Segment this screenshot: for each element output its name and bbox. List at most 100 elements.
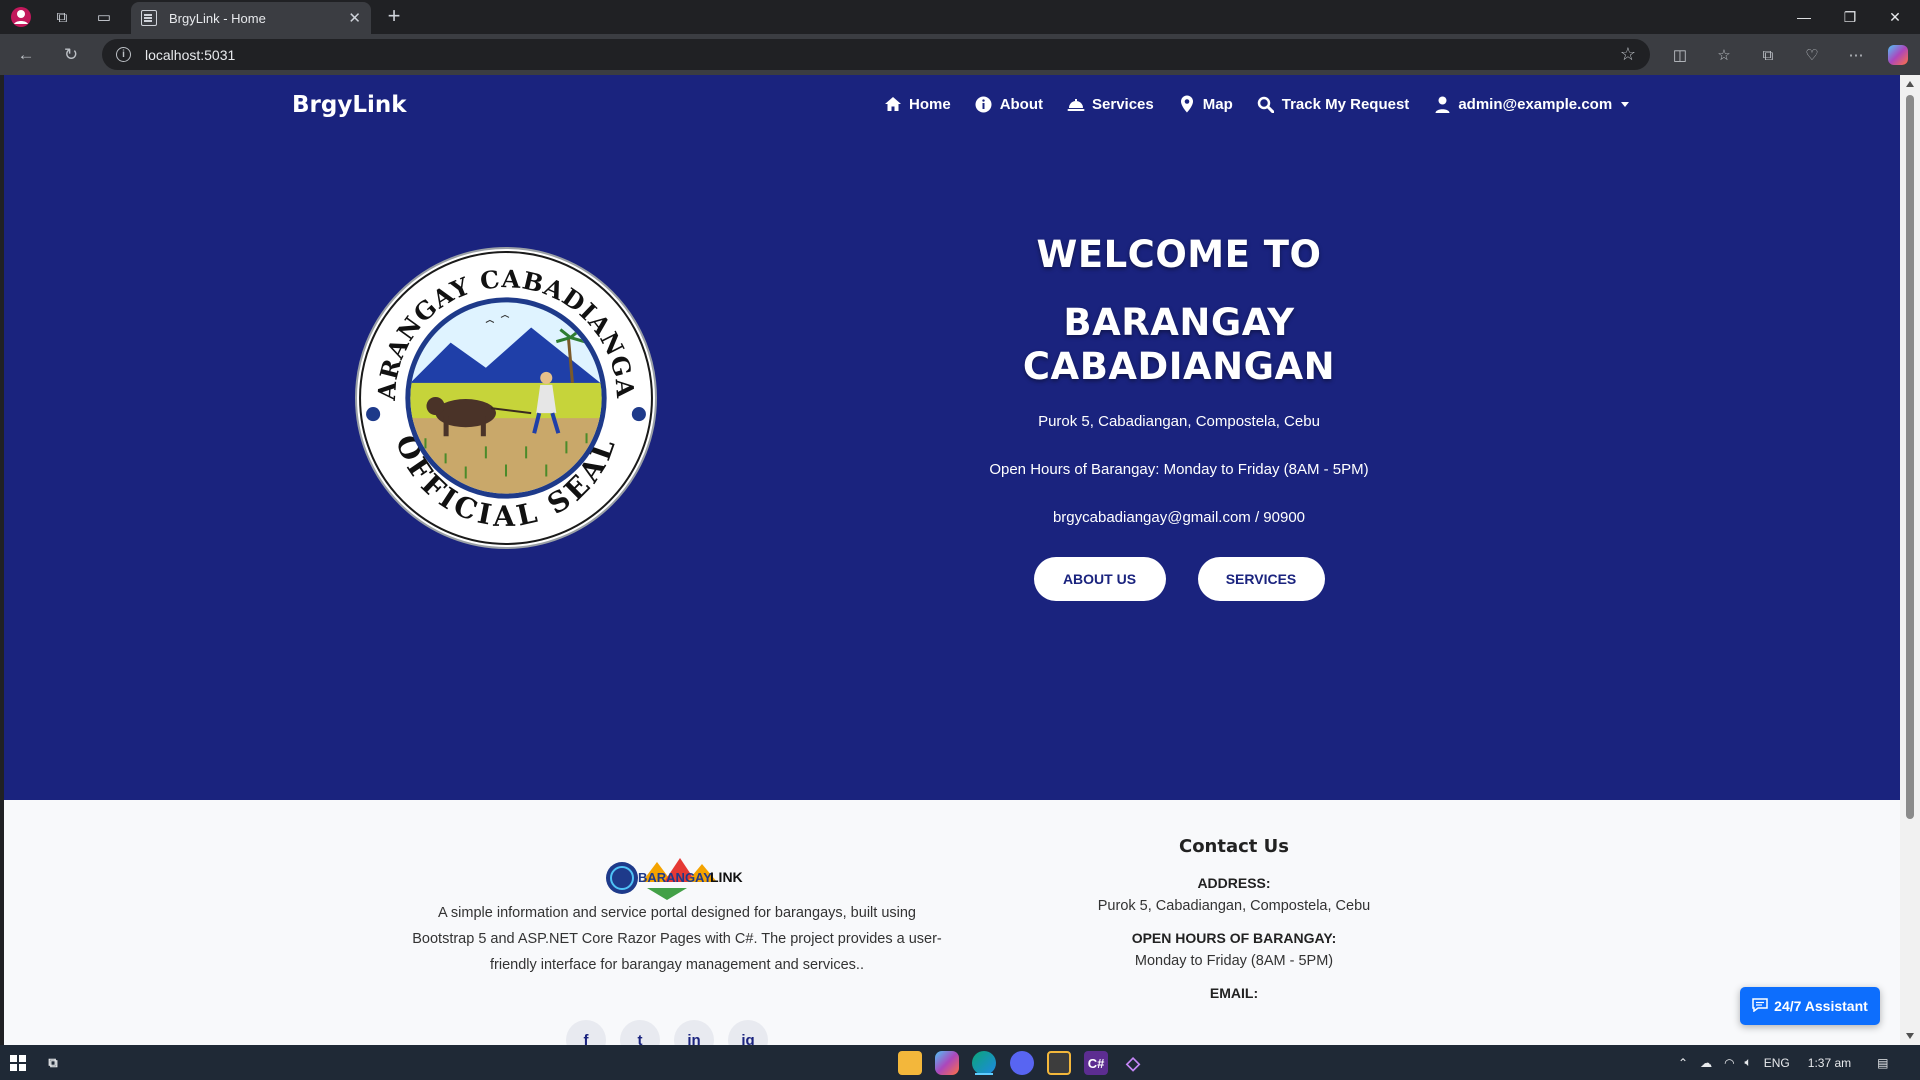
csharp-app-icon[interactable]: C# <box>1084 1051 1108 1075</box>
profile-avatar-icon[interactable] <box>8 4 34 30</box>
split-screen-icon[interactable]: ◫ <box>1668 43 1692 67</box>
map-pin-icon <box>1178 95 1196 113</box>
logo-text-barangay: BARANGAY <box>638 870 712 885</box>
page-viewport: BrgyLink Home About Services Map Track M… <box>4 75 1900 1045</box>
onedrive-icon[interactable]: ☁ <box>1700 1056 1712 1070</box>
chevron-down-icon <box>1621 101 1630 107</box>
nav-track-request[interactable]: Track My Request <box>1257 95 1410 113</box>
user-icon <box>1433 95 1451 113</box>
system-tray: ⌃ ☁ ◠ 🔈︎ ENG 1:37 am ▤ <box>1678 1045 1888 1080</box>
welcome-heading-line1: WELCOME TO <box>1036 233 1322 276</box>
discord-icon[interactable] <box>1010 1051 1034 1075</box>
browser-toolbar: ← ↻ i localhost:5031 ☆ ◫ ☆ ⧉ ♡ ⋯ <box>0 34 1920 75</box>
social-links: f t in ig <box>566 1020 768 1045</box>
edge-browser-icon[interactable] <box>972 1051 996 1075</box>
site-footer: BARANGAY LINK A simple information and s… <box>4 800 1900 1045</box>
barangay-official-seal: BARANGAY CABADIANGAN OFFICIAL SEAL <box>355 247 657 549</box>
url-text[interactable]: localhost:5031 <box>145 47 235 63</box>
copilot-app-icon[interactable] <box>935 1051 959 1075</box>
tab-close-icon[interactable]: ✕ <box>348 9 361 27</box>
welcome-block: WELCOME TO BARANGAY CABADIANGAN Purok 5,… <box>934 233 1424 601</box>
main-navigation: Home About Services Map Track My Request… <box>884 95 1630 113</box>
logo-text-link: LINK <box>710 869 743 885</box>
nav-user-label: admin@example.com <box>1458 95 1613 113</box>
site-brand[interactable]: BrgyLink <box>292 92 407 118</box>
search-icon <box>1257 95 1275 113</box>
assistant-chat-button[interactable]: 24/7 Assistant <box>1740 987 1880 1025</box>
scrollbar-thumb[interactable] <box>1906 95 1914 819</box>
copilot-icon[interactable] <box>1888 45 1908 65</box>
wifi-icon[interactable]: ◠ <box>1724 1056 1734 1070</box>
nav-track-label: Track My Request <box>1281 95 1410 113</box>
barangay-link-logo: BARANGAY LINK <box>606 858 743 900</box>
collections-icon[interactable]: ⧉ <box>1756 43 1780 67</box>
nav-map-label: Map <box>1202 95 1233 113</box>
minimize-button[interactable]: — <box>1782 0 1826 34</box>
scroll-down-arrow-icon[interactable] <box>1906 1033 1914 1039</box>
services-button[interactable]: SERVICES <box>1197 557 1325 601</box>
linkedin-icon[interactable]: in <box>674 1020 714 1045</box>
scroll-up-arrow-icon[interactable] <box>1906 81 1914 87</box>
hours-value: Monday to Friday (8AM - 5PM) <box>1134 953 1334 969</box>
address-value: Purok 5, Cabadiangan, Compostela, Cebu <box>1097 898 1371 914</box>
input-language[interactable]: ENG <box>1764 1056 1790 1070</box>
tab-title: BrgyLink - Home <box>169 10 266 26</box>
refresh-icon[interactable]: ↻ <box>59 43 83 67</box>
favorite-star-icon[interactable]: ☆ <box>1620 44 1636 65</box>
hero-section: BrgyLink Home About Services Map Track M… <box>4 75 1900 800</box>
twitter-icon[interactable]: t <box>620 1020 660 1045</box>
nav-home[interactable]: Home <box>884 95 951 113</box>
windows-taskbar: ⧉ C# ◇ ⌃ ☁ ◠ 🔈︎ ENG 1:37 am ▤ <box>0 1045 1920 1080</box>
new-tab-button[interactable]: + <box>381 3 407 29</box>
favorites-icon[interactable]: ☆ <box>1712 43 1736 67</box>
task-view-icon[interactable]: ⧉ <box>41 1051 65 1075</box>
nav-home-label: Home <box>909 95 951 113</box>
notifications-icon[interactable]: ▤ <box>1877 1056 1888 1070</box>
address-label: ADDRESS: <box>1197 875 1271 891</box>
instagram-icon[interactable]: ig <box>728 1020 768 1045</box>
assistant-label: 24/7 Assistant <box>1774 998 1868 1014</box>
tray-overflow-chevron-icon[interactable]: ⌃ <box>1678 1056 1688 1070</box>
browser-essentials-icon[interactable]: ♡ <box>1800 43 1824 67</box>
welcome-heading-line2: BARANGAY CABADIANGAN <box>1022 301 1336 388</box>
volume-icon[interactable]: 🔈︎ <box>1745 1055 1752 1070</box>
file-explorer-icon[interactable] <box>898 1051 922 1075</box>
facebook-icon[interactable]: f <box>566 1020 606 1045</box>
browser-tab-bar: ⧉ ▭ BrgyLink - Home ✕ + — ❐ ✕ <box>0 0 1920 34</box>
info-icon <box>975 95 993 113</box>
email-label: EMAIL: <box>1209 985 1259 1001</box>
windows-start-icon[interactable] <box>6 1051 30 1075</box>
bell-icon <box>1067 95 1085 113</box>
nav-about-label: About <box>999 95 1044 113</box>
hero-buttons: ABOUT US SERVICES <box>934 557 1424 601</box>
back-arrow-icon[interactable]: ← <box>14 43 38 67</box>
page-favicon-icon <box>141 10 157 26</box>
settings-more-icon[interactable]: ⋯ <box>1844 43 1868 67</box>
hours-label: OPEN HOURS OF BARANGAY: <box>1131 930 1337 946</box>
address-bar[interactable]: i localhost:5031 ☆ <box>102 39 1650 70</box>
workspaces-icon[interactable]: ⧉ <box>49 4 75 30</box>
nav-services[interactable]: Services <box>1067 95 1154 113</box>
nav-about[interactable]: About <box>975 95 1043 113</box>
restore-button[interactable]: ❐ <box>1828 0 1872 34</box>
notes-app-icon[interactable] <box>1047 1051 1071 1075</box>
about-us-button[interactable]: ABOUT US <box>1033 557 1166 601</box>
site-info-icon[interactable]: i <box>116 47 131 62</box>
clock[interactable]: 1:37 am <box>1808 1056 1851 1070</box>
tab-actions-icon[interactable]: ▭ <box>91 4 117 30</box>
page-scrollbar[interactable] <box>1900 75 1920 1045</box>
home-icon <box>884 95 902 113</box>
contact-us-block: Contact Us ADDRESS: Purok 5, Cabadiangan… <box>1004 836 1464 1001</box>
chat-icon <box>1752 997 1768 1015</box>
nav-user-dropdown[interactable]: admin@example.com <box>1433 95 1630 113</box>
barangay-contact: brgycabadiangay@gmail.com / 90900 <box>1052 509 1306 526</box>
barangay-address: Purok 5, Cabadiangan, Compostela, Cebu <box>1038 413 1320 430</box>
visual-studio-icon[interactable]: ◇ <box>1121 1051 1145 1075</box>
browser-tab[interactable]: BrgyLink - Home ✕ <box>131 2 371 34</box>
nav-services-label: Services <box>1092 95 1154 113</box>
active-app-indicator <box>975 1073 993 1075</box>
footer-description: A simple information and service portal … <box>412 905 942 973</box>
close-window-button[interactable]: ✕ <box>1873 0 1917 34</box>
nav-map[interactable]: Map <box>1178 95 1233 113</box>
barangay-hours: Open Hours of Barangay: Monday to Friday… <box>989 461 1369 478</box>
